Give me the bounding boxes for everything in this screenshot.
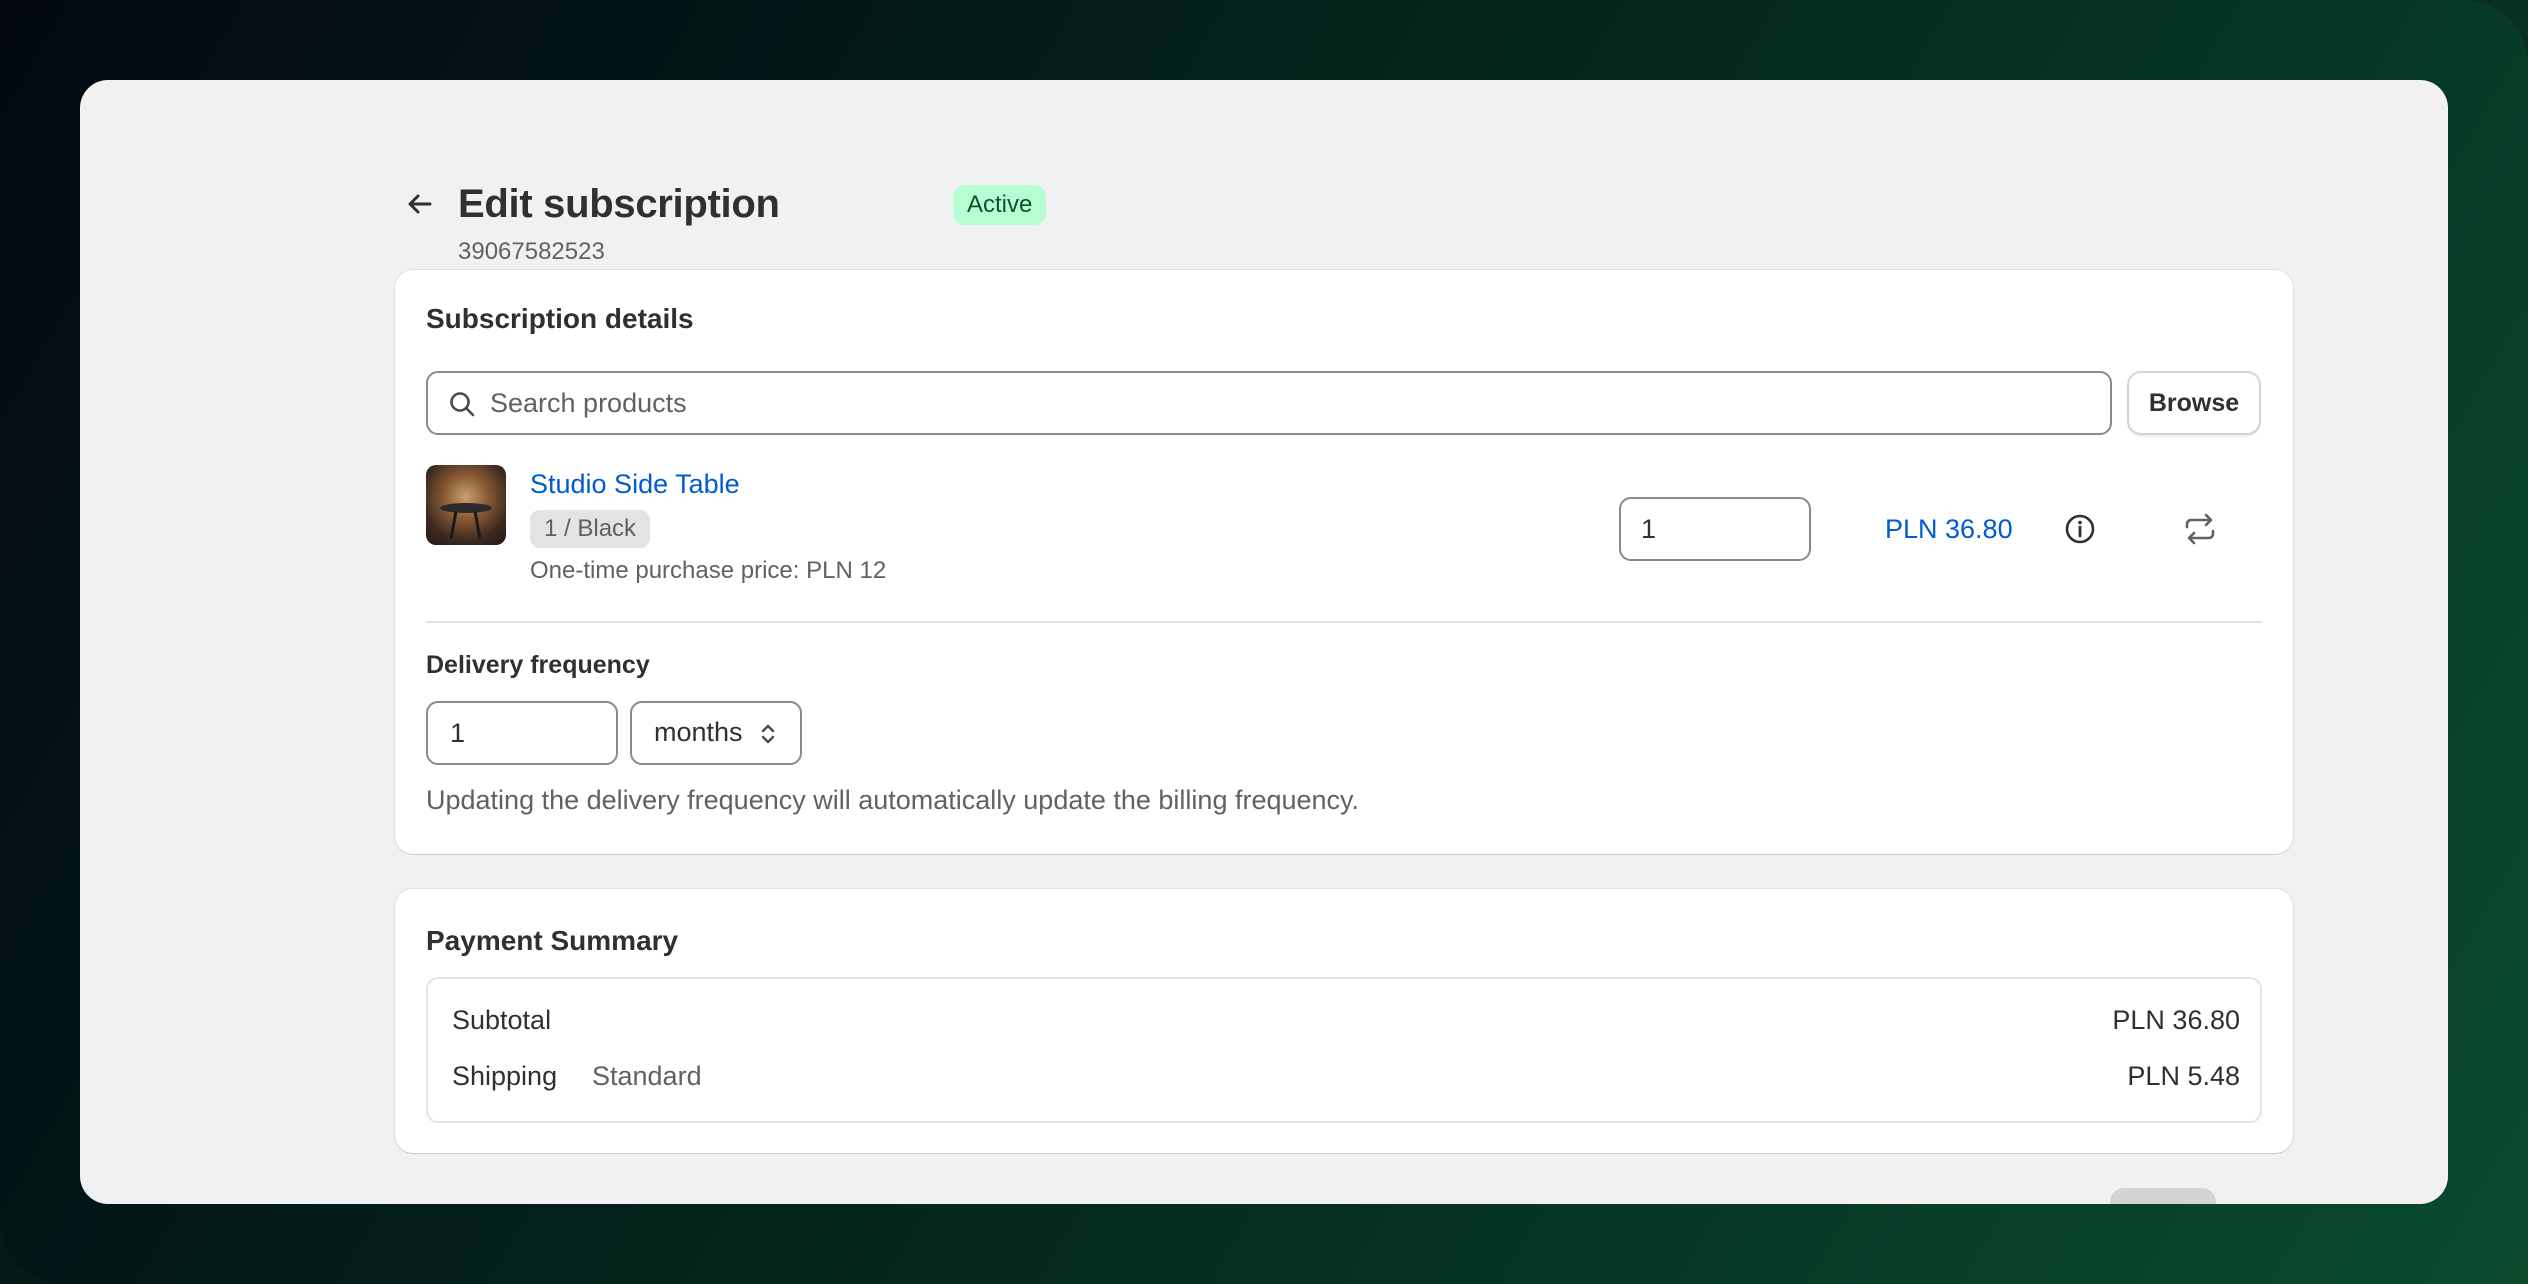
search-field[interactable] bbox=[426, 371, 2112, 435]
subscription-id: 39067582523 bbox=[458, 238, 605, 265]
info-icon[interactable] bbox=[2063, 512, 2097, 546]
delivery-interval-input[interactable] bbox=[450, 703, 600, 763]
background-frame: Edit subscription Active 39067582523 Sub… bbox=[0, 0, 2528, 1284]
delivery-unit-select[interactable]: months bbox=[630, 701, 802, 765]
shipping-label: Shipping bbox=[452, 1061, 558, 1091]
app-window: Edit subscription Active 39067582523 Sub… bbox=[80, 80, 2448, 1204]
shipping-row: Shipping Standard PLN 5.48 bbox=[452, 1061, 2240, 1101]
product-name-link[interactable]: Studio Side Table bbox=[530, 469, 740, 500]
delivery-interval-field[interactable] bbox=[426, 701, 618, 765]
search-icon bbox=[450, 392, 475, 417]
arrow-left-icon bbox=[408, 194, 432, 214]
subscription-details-title: Subscription details bbox=[426, 303, 694, 334]
subtotal-value: PLN 36.80 bbox=[2112, 1005, 2240, 1035]
section-divider bbox=[426, 621, 2262, 623]
line-price-link[interactable]: PLN 36.80 bbox=[1885, 514, 2013, 545]
payment-summary-title: Payment Summary bbox=[426, 925, 679, 956]
swap-icon[interactable] bbox=[2182, 512, 2218, 546]
page-header: Edit subscription Active 39067582523 bbox=[315, 130, 2215, 265]
shipping-value: PLN 5.48 bbox=[2127, 1061, 2240, 1091]
quantity-field[interactable] bbox=[1619, 497, 1811, 561]
subtotal-row: Subtotal PLN 36.80 bbox=[452, 1005, 2240, 1045]
page-content: Edit subscription Active 39067582523 Sub… bbox=[315, 80, 2293, 1204]
back-button[interactable] bbox=[400, 184, 440, 224]
save-button[interactable] bbox=[2110, 1188, 2216, 1204]
payment-summary-card: Payment Summary Subtotal PLN 36.80 Shipp… bbox=[395, 889, 2293, 1153]
variant-badge: 1 / Black bbox=[530, 510, 651, 548]
one-time-price: One-time purchase price: PLN 12 bbox=[530, 557, 887, 584]
quantity-input[interactable] bbox=[1641, 499, 1791, 559]
subscription-details-card: Subscription details Browse Studio Side … bbox=[395, 270, 2293, 854]
status-badge: Active bbox=[953, 185, 1047, 225]
search-input[interactable] bbox=[490, 373, 2090, 433]
page-title: Edit subscription bbox=[458, 182, 780, 226]
browse-button[interactable]: Browse bbox=[2127, 371, 2261, 435]
delivery-frequency-help: Updating the delivery frequency will aut… bbox=[426, 785, 1360, 815]
payment-summary-box: Subtotal PLN 36.80 Shipping Standard PLN… bbox=[426, 977, 2262, 1123]
shipping-method: Standard bbox=[592, 1061, 702, 1091]
subtotal-label: Subtotal bbox=[452, 1005, 552, 1035]
product-line-item: Studio Side Table 1 / Black One-time pur… bbox=[426, 465, 2262, 595]
select-chevron-icon bbox=[761, 724, 775, 744]
delivery-unit-value: months bbox=[654, 717, 743, 747]
product-thumbnail bbox=[426, 465, 506, 545]
delivery-frequency-label: Delivery frequency bbox=[426, 651, 650, 679]
